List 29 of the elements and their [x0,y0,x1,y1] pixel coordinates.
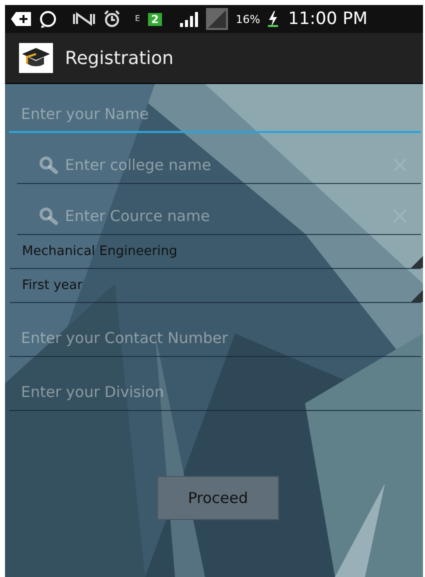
placeholder-text: Enter college name [65,156,212,174]
add-message-icon [11,12,31,26]
text-field[interactable]: Enter your Contact Number [9,319,421,357]
dropdown-triangle-icon [411,290,423,302]
search-field[interactable]: Enter Cource name [17,197,421,235]
chat-bubble-icon [39,10,57,28]
placeholder-text: Enter your Division [21,382,165,400]
battery-charging-icon [268,11,278,27]
text-field[interactable]: Enter your Division [9,373,421,411]
sim-badge: 2 [148,12,162,26]
placeholder-text: Enter your Contact Number [21,328,229,346]
placeholder-text: Enter Cource name [65,206,211,224]
mute-icon [73,12,95,26]
alarm-icon [103,10,121,28]
dropdown-triangle-icon [411,256,423,268]
search-icon [39,156,59,174]
signal-icon [178,11,198,27]
battery-percent-text: 16% [236,12,260,26]
dropdown[interactable]: Mechanical Engineering [10,235,421,269]
search-icon [39,206,59,224]
clock-text: 11:00 PM [288,9,368,29]
network-type-text: E [135,15,140,23]
signal-icon [206,8,228,30]
dropdown[interactable]: First year [10,269,421,303]
placeholder-text: Enter your Name [21,105,150,123]
search-field[interactable]: Enter college name [17,146,421,184]
text-field[interactable]: Enter your Name [9,97,421,133]
app-title: Registration [65,48,174,68]
proceed-button[interactable]: Proceed [157,476,279,520]
